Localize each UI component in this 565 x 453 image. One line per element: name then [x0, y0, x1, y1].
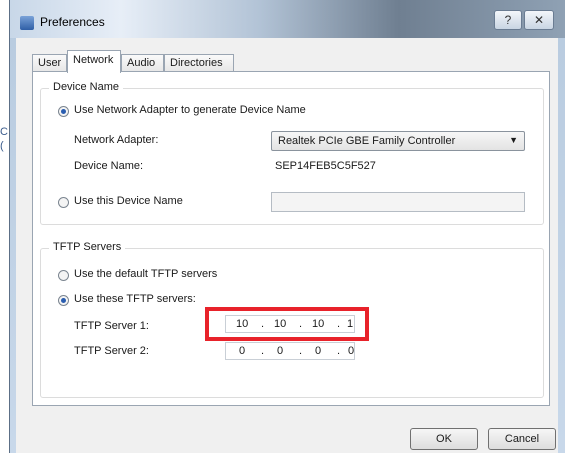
background-text-fragment: (	[0, 140, 4, 152]
tab-user[interactable]: User	[32, 54, 67, 72]
help-button[interactable]: ?	[494, 10, 522, 30]
ok-button[interactable]: OK	[410, 428, 478, 450]
dialog-client-area: User Network Audio Directories Device Na…	[16, 38, 558, 453]
device-name-label: Device Name:	[74, 160, 144, 172]
network-adapter-dropdown[interactable]: Realtek PCIe GBE Family Controller ▼	[271, 131, 525, 151]
ip-octet: 10	[274, 318, 287, 330]
tab-network[interactable]: Network	[67, 50, 121, 73]
ip-octet: 10	[236, 318, 249, 330]
ip-octet: 0	[348, 345, 355, 357]
ip-dot: .	[299, 318, 303, 330]
ip-dot: .	[261, 345, 265, 357]
tftp-server2-label: TFTP Server 2:	[74, 345, 149, 357]
title-bar[interactable]: Preferences ? ✕	[10, 0, 565, 38]
ip-octet: 0	[239, 345, 246, 357]
use-this-name-radio[interactable]	[58, 197, 69, 208]
default-tftp-label[interactable]: Use the default TFTP servers	[74, 268, 217, 280]
these-tftp-radio[interactable]	[58, 295, 69, 306]
use-adapter-label[interactable]: Use Network Adapter to generate Device N…	[74, 104, 306, 116]
ip-dot: .	[337, 318, 341, 330]
tftp-server1-label: TFTP Server 1:	[74, 320, 149, 332]
tftp-servers-group: TFTP Servers Use the default TFTP server…	[40, 241, 544, 398]
preferences-app-icon	[20, 16, 34, 30]
chevron-down-icon: ▼	[509, 135, 518, 145]
preferences-dialog: Preferences ? ✕ User Network Audio Direc…	[9, 0, 565, 453]
ip-octet: 10	[312, 318, 325, 330]
network-adapter-label: Network Adapter:	[74, 134, 159, 146]
device-name-value: SEP14FEB5C5F527	[275, 160, 376, 172]
use-this-name-label[interactable]: Use this Device Name	[74, 195, 183, 207]
cancel-button[interactable]: Cancel	[488, 428, 556, 450]
ip-octet: 1	[347, 318, 354, 330]
these-tftp-label[interactable]: Use these TFTP servers:	[74, 293, 196, 305]
use-adapter-radio[interactable]	[58, 106, 69, 117]
default-tftp-radio[interactable]	[58, 270, 69, 281]
close-button[interactable]: ✕	[524, 10, 554, 30]
device-name-group: Device Name Use Network Adapter to gener…	[40, 81, 544, 225]
tftp-server2-input[interactable]: 0 . 0 . 0 . 0	[225, 342, 355, 360]
network-adapter-value: Realtek PCIe GBE Family Controller	[278, 135, 456, 147]
network-tab-panel: Device Name Use Network Adapter to gener…	[32, 71, 550, 406]
tab-audio[interactable]: Audio	[121, 54, 164, 72]
ip-dot: .	[337, 345, 341, 357]
tftp-server1-input[interactable]: 10 . 10 . 10 . 1	[225, 315, 355, 333]
window-title: Preferences	[40, 15, 105, 29]
ip-dot: .	[261, 318, 265, 330]
ip-dot: .	[299, 345, 303, 357]
group-title-tftp-servers: TFTP Servers	[49, 241, 126, 253]
group-title-device-name: Device Name	[49, 81, 124, 93]
tab-directories[interactable]: Directories	[164, 54, 234, 72]
ip-octet: 0	[277, 345, 284, 357]
ip-octet: 0	[315, 345, 322, 357]
custom-device-name-input[interactable]	[271, 192, 525, 212]
